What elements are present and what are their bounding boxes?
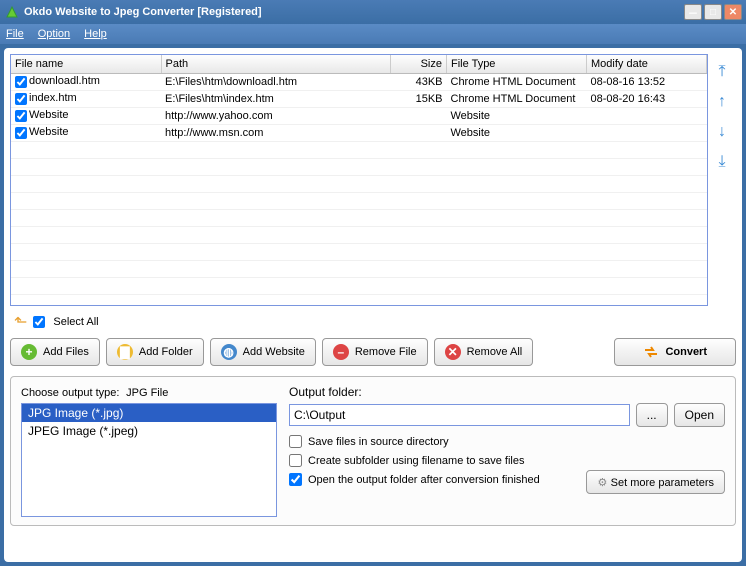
browse-button[interactable]: ... bbox=[636, 403, 668, 427]
col-modify[interactable]: Modify date bbox=[587, 55, 707, 73]
row-checkbox[interactable] bbox=[15, 110, 27, 122]
title-bar: Okdo Website to Jpeg Converter [Register… bbox=[0, 0, 746, 24]
col-size[interactable]: Size bbox=[391, 55, 447, 73]
remove-all-label: Remove All bbox=[467, 346, 523, 358]
add-files-label: Add Files bbox=[43, 346, 89, 358]
table-row bbox=[11, 158, 707, 175]
add-website-label: Add Website bbox=[243, 346, 305, 358]
add-folder-label: Add Folder bbox=[139, 346, 193, 358]
convert-button[interactable]: Convert bbox=[614, 338, 736, 366]
col-filename[interactable]: File name bbox=[11, 55, 161, 73]
save-in-source-checkbox[interactable] bbox=[289, 435, 302, 448]
open-after-checkbox[interactable] bbox=[289, 473, 302, 486]
globe-icon: ◍ bbox=[221, 344, 237, 360]
more-parameters-button[interactable]: ⚙ Set more parameters bbox=[586, 470, 725, 494]
save-in-source-label: Save files in source directory bbox=[308, 436, 449, 448]
table-row bbox=[11, 209, 707, 226]
table-row bbox=[11, 226, 707, 243]
move-down-icon[interactable]: ↓ bbox=[712, 122, 732, 142]
table-row[interactable]: Websitehttp://www.msn.comWebsite bbox=[11, 124, 707, 141]
col-path[interactable]: Path bbox=[161, 55, 391, 73]
table-row bbox=[11, 277, 707, 294]
output-folder-label: Output folder: bbox=[289, 385, 725, 399]
output-type-list[interactable]: JPG Image (*.jpg) JPEG Image (*.jpeg) bbox=[21, 403, 277, 517]
table-row bbox=[11, 175, 707, 192]
close-button[interactable]: ✕ bbox=[724, 4, 742, 20]
select-all-label: Select All bbox=[53, 316, 98, 328]
table-row[interactable]: downloadl.htmE:\Files\htm\downloadl.htm4… bbox=[11, 73, 707, 90]
plus-icon: + bbox=[21, 344, 37, 360]
open-after-label: Open the output folder after conversion … bbox=[308, 474, 540, 486]
table-row bbox=[11, 260, 707, 277]
table-row bbox=[11, 294, 707, 306]
maximize-button[interactable]: □ bbox=[704, 4, 722, 20]
row-checkbox[interactable] bbox=[15, 93, 27, 105]
window-title: Okdo Website to Jpeg Converter [Register… bbox=[24, 6, 262, 18]
output-folder-input[interactable] bbox=[289, 404, 630, 426]
main-content: File name Path Size File Type Modify dat… bbox=[4, 48, 742, 562]
menu-help[interactable]: Help bbox=[84, 28, 107, 40]
app-icon bbox=[4, 4, 20, 20]
convert-label: Convert bbox=[665, 346, 707, 358]
folder-up-icon[interactable]: ⬑ bbox=[14, 312, 27, 332]
add-files-button[interactable]: + Add Files bbox=[10, 338, 100, 366]
folder-icon: ▇ bbox=[117, 344, 133, 360]
table-row bbox=[11, 192, 707, 209]
menu-bar: File Option Help bbox=[0, 24, 746, 44]
minus-icon: – bbox=[333, 344, 349, 360]
row-checkbox[interactable] bbox=[15, 127, 27, 139]
x-icon: ✕ bbox=[445, 344, 461, 360]
table-row[interactable]: index.htmE:\Files\htm\index.htm15KBChrom… bbox=[11, 90, 707, 107]
menu-option[interactable]: Option bbox=[38, 28, 70, 40]
select-all-checkbox[interactable] bbox=[33, 316, 45, 328]
menu-file[interactable]: File bbox=[6, 28, 24, 40]
create-subfolder-checkbox[interactable] bbox=[289, 454, 302, 467]
file-list[interactable]: File name Path Size File Type Modify dat… bbox=[10, 54, 708, 306]
remove-file-button[interactable]: –Remove File bbox=[322, 338, 428, 366]
table-row[interactable]: Websitehttp://www.yahoo.comWebsite bbox=[11, 107, 707, 124]
output-panel: Choose output type: JPG File JPG Image (… bbox=[10, 376, 736, 526]
row-checkbox[interactable] bbox=[15, 76, 27, 88]
table-row bbox=[11, 141, 707, 158]
create-subfolder-label: Create subfolder using filename to save … bbox=[308, 455, 524, 467]
convert-icon bbox=[643, 344, 659, 360]
add-folder-button[interactable]: ▇ Add Folder bbox=[106, 338, 204, 366]
add-website-button[interactable]: ◍ Add Website bbox=[210, 338, 316, 366]
toolbar: +Add Files ▇Add Folder ◍Add Website –Rem… bbox=[10, 338, 736, 366]
remove-file-label: Remove File bbox=[355, 346, 417, 358]
type-option-jpg[interactable]: JPG Image (*.jpg) bbox=[22, 404, 276, 422]
col-filetype[interactable]: File Type bbox=[447, 55, 587, 73]
more-parameters-label: Set more parameters bbox=[611, 477, 714, 489]
output-type-label: Choose output type: JPG File bbox=[21, 385, 277, 399]
table-row bbox=[11, 243, 707, 260]
gear-icon: ⚙ bbox=[597, 477, 607, 489]
move-up-icon[interactable]: ↑ bbox=[712, 92, 732, 112]
move-top-icon[interactable]: ⤒ bbox=[712, 62, 732, 82]
move-bottom-icon[interactable]: ⤓ bbox=[712, 152, 732, 172]
open-folder-button[interactable]: Open bbox=[674, 403, 725, 427]
reorder-buttons: ⤒ ↑ ↓ ⤓ bbox=[708, 54, 736, 306]
remove-all-button[interactable]: ✕ Remove All bbox=[434, 338, 534, 366]
type-option-jpeg[interactable]: JPEG Image (*.jpeg) bbox=[22, 422, 276, 440]
minimize-button[interactable]: － bbox=[684, 4, 702, 20]
